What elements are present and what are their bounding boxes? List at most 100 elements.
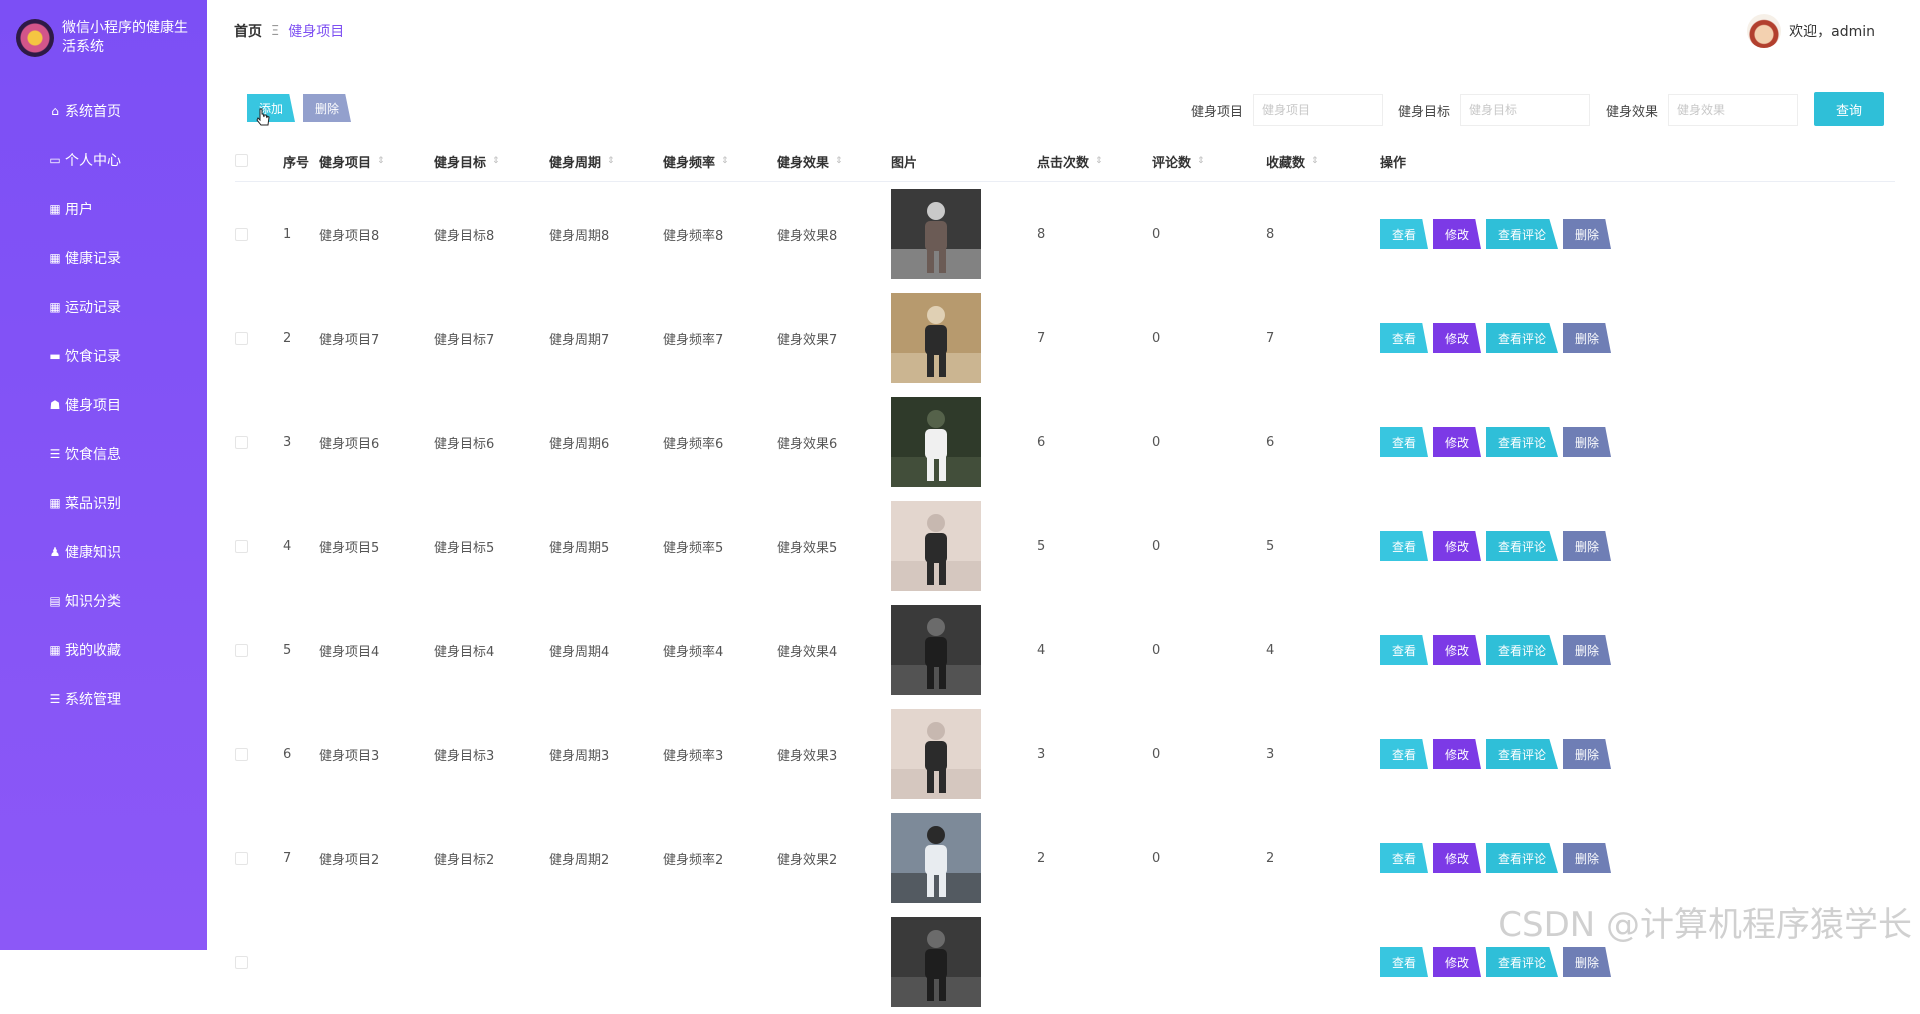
sort-icon[interactable]: ⇕ xyxy=(492,156,500,166)
sidebar-item-2[interactable]: ▭个人中心 xyxy=(0,135,207,184)
view-comments-button[interactable]: 查看评论 xyxy=(1486,531,1558,561)
fitness-thumbnail[interactable] xyxy=(891,605,981,695)
fitness-thumbnail[interactable] xyxy=(891,397,981,487)
fitness-thumbnail[interactable] xyxy=(891,501,981,591)
breadcrumb-separator: Ξ xyxy=(271,24,279,39)
edit-button[interactable]: 修改 xyxy=(1433,531,1481,561)
row-checkbox[interactable] xyxy=(235,910,248,1014)
fitness-thumbnail[interactable] xyxy=(891,189,981,279)
row-delete-button[interactable]: 删除 xyxy=(1563,635,1611,665)
table-row: 6健身项目3健身目标3健身周期3健身频率3健身效果3303查看修改查看评论删除 xyxy=(235,702,1895,806)
edit-button[interactable]: 修改 xyxy=(1433,947,1481,977)
view-button[interactable]: 查看 xyxy=(1380,323,1428,353)
sidebar-item-8[interactable]: ☰饮食信息 xyxy=(0,429,207,478)
row-checkbox[interactable] xyxy=(235,806,248,910)
sort-icon[interactable]: ⇕ xyxy=(721,156,729,166)
row-delete-button[interactable]: 删除 xyxy=(1563,947,1611,977)
row-delete-button[interactable]: 删除 xyxy=(1563,531,1611,561)
sidebar-item-4[interactable]: ▦健康记录 xyxy=(0,233,207,282)
cell-effect: 健身效果7 xyxy=(777,286,837,390)
cell-favorites: 3 xyxy=(1266,702,1274,806)
row-checkbox[interactable] xyxy=(235,494,248,598)
sidebar-item-10[interactable]: ♟健康知识 xyxy=(0,527,207,576)
search-effect-input[interactable] xyxy=(1668,94,1798,126)
edit-button[interactable]: 修改 xyxy=(1433,739,1481,769)
app-title: 微信小程序的健康生活系统 xyxy=(62,19,197,57)
row-checkbox[interactable] xyxy=(235,182,248,286)
sort-icon[interactable]: ⇕ xyxy=(1311,156,1319,166)
table-header: 序号健身项目⇕健身目标⇕健身周期⇕健身频率⇕健身效果⇕图片点击次数⇕评论数⇕收藏… xyxy=(235,140,1895,182)
sort-icon[interactable]: ⇕ xyxy=(835,156,843,166)
edit-button[interactable]: 修改 xyxy=(1433,219,1481,249)
column-header[interactable]: 健身效果⇕ xyxy=(777,140,843,182)
column-header[interactable]: 收藏数⇕ xyxy=(1266,140,1319,182)
edit-button[interactable]: 修改 xyxy=(1433,427,1481,457)
brand: 微信小程序的健康生活系统 xyxy=(16,18,201,58)
row-checkbox[interactable] xyxy=(235,390,248,494)
edit-button[interactable]: 修改 xyxy=(1433,323,1481,353)
column-header[interactable]: 健身周期⇕ xyxy=(549,140,615,182)
column-header[interactable]: 健身频率⇕ xyxy=(663,140,729,182)
view-button[interactable]: 查看 xyxy=(1380,843,1428,873)
add-button[interactable]: 添加 xyxy=(247,94,295,122)
view-comments-button[interactable]: 查看评论 xyxy=(1486,843,1558,873)
sidebar: 微信小程序的健康生活系统 ⌂系统首页▭个人中心▦用户▦健康记录▦运动记录▬饮食记… xyxy=(0,0,207,950)
search-goal-input[interactable] xyxy=(1460,94,1590,126)
view-button[interactable]: 查看 xyxy=(1380,635,1428,665)
view-comments-button[interactable]: 查看评论 xyxy=(1486,947,1558,977)
sidebar-item-12[interactable]: ▦我的收藏 xyxy=(0,625,207,674)
view-comments-button[interactable]: 查看评论 xyxy=(1486,323,1558,353)
row-delete-button[interactable]: 删除 xyxy=(1563,739,1611,769)
view-button[interactable]: 查看 xyxy=(1380,531,1428,561)
sidebar-item-9[interactable]: ▦菜品识别 xyxy=(0,478,207,527)
row-checkbox[interactable] xyxy=(235,702,248,806)
edit-button[interactable]: 修改 xyxy=(1433,843,1481,873)
row-checkbox[interactable] xyxy=(235,598,248,702)
breadcrumb-home[interactable]: 首页 xyxy=(234,21,262,41)
column-header[interactable]: 健身项目⇕ xyxy=(319,140,385,182)
edit-button[interactable]: 修改 xyxy=(1433,635,1481,665)
row-delete-button[interactable]: 删除 xyxy=(1563,219,1611,249)
sort-icon[interactable]: ⇕ xyxy=(377,156,385,166)
view-button[interactable]: 查看 xyxy=(1380,739,1428,769)
sort-icon[interactable]: ⇕ xyxy=(1197,156,1205,166)
fitness-thumbnail[interactable] xyxy=(891,813,981,903)
view-comments-button[interactable]: 查看评论 xyxy=(1486,739,1558,769)
fitness-thumbnail[interactable] xyxy=(891,709,981,799)
fitness-thumbnail[interactable] xyxy=(891,293,981,383)
fitness-photo-icon xyxy=(891,189,981,279)
column-header[interactable]: 健身目标⇕ xyxy=(434,140,500,182)
delete-button[interactable]: 删除 xyxy=(303,94,351,122)
row-delete-button[interactable]: 删除 xyxy=(1563,323,1611,353)
checkbox-box xyxy=(235,956,248,969)
row-delete-button[interactable]: 删除 xyxy=(1563,843,1611,873)
search-button[interactable]: 查询 xyxy=(1814,92,1884,126)
sidebar-item-5[interactable]: ▦运动记录 xyxy=(0,282,207,331)
avatar[interactable] xyxy=(1747,14,1781,48)
sidebar-item-3[interactable]: ▦用户 xyxy=(0,184,207,233)
row-checkbox[interactable] xyxy=(235,286,248,390)
view-button[interactable]: 查看 xyxy=(1380,219,1428,249)
sidebar-item-13[interactable]: ☰系统管理 xyxy=(0,674,207,723)
sidebar-item-7[interactable]: ☗健身项目 xyxy=(0,380,207,429)
cell-clicks: 6 xyxy=(1037,390,1045,494)
view-comments-button[interactable]: 查看评论 xyxy=(1486,635,1558,665)
fitness-photo-icon xyxy=(891,709,981,799)
column-header[interactable]: 评论数⇕ xyxy=(1152,140,1205,182)
person-icon: ♟ xyxy=(48,545,62,559)
select-all-checkbox[interactable] xyxy=(235,154,248,167)
sidebar-item-1[interactable]: ⌂系统首页 xyxy=(0,86,207,135)
column-header[interactable]: 点击次数⇕ xyxy=(1037,140,1103,182)
sort-icon[interactable]: ⇕ xyxy=(607,156,615,166)
user-info[interactable]: 欢迎，admin xyxy=(1747,14,1875,48)
view-button[interactable]: 查看 xyxy=(1380,947,1428,977)
view-comments-button[interactable]: 查看评论 xyxy=(1486,427,1558,457)
sidebar-item-11[interactable]: ▤知识分类 xyxy=(0,576,207,625)
view-comments-button[interactable]: 查看评论 xyxy=(1486,219,1558,249)
fitness-thumbnail[interactable] xyxy=(891,917,981,1007)
view-button[interactable]: 查看 xyxy=(1380,427,1428,457)
sort-icon[interactable]: ⇕ xyxy=(1095,156,1103,166)
row-delete-button[interactable]: 删除 xyxy=(1563,427,1611,457)
sidebar-item-6[interactable]: ▬饮食记录 xyxy=(0,331,207,380)
search-project-input[interactable] xyxy=(1253,94,1383,126)
